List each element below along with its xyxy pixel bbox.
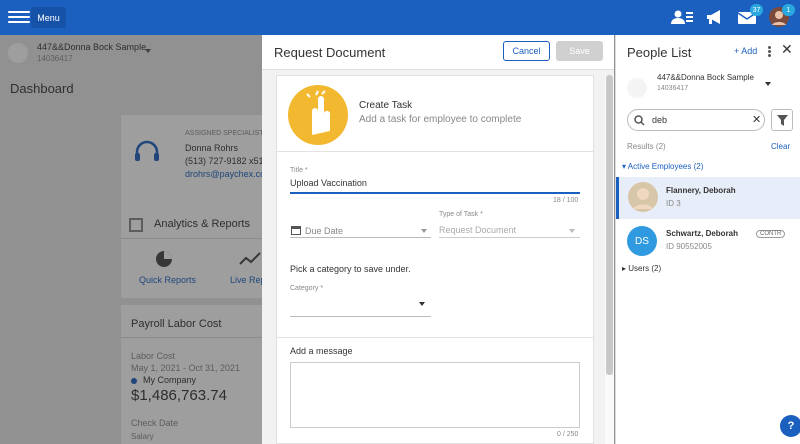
type-label: Type of Task *	[439, 211, 483, 218]
close-icon[interactable]: ✕	[781, 41, 793, 58]
users-group[interactable]: ▸ Users (2)	[622, 264, 661, 273]
more-options-icon[interactable]	[768, 45, 772, 59]
active-employees-group[interactable]: ▾ Active Employees (2)	[622, 162, 703, 171]
person-row[interactable]: DS Schwartz, Deborah ID 90552005 CONTR	[616, 221, 800, 263]
clear-results-button[interactable]: Clear	[771, 142, 790, 151]
create-task-subtitle: Add a task for employee to complete	[359, 114, 522, 125]
person-avatar	[628, 182, 658, 212]
calendar-icon	[291, 226, 301, 235]
category-select[interactable]	[290, 296, 431, 312]
clear-search-icon[interactable]: ✕	[752, 113, 761, 126]
message-label: Add a message	[290, 346, 353, 356]
person-initials-avatar: DS	[627, 226, 657, 256]
message-textarea[interactable]	[290, 362, 580, 428]
hamburger-icon[interactable]	[8, 8, 30, 26]
modal-form: Create Task Add a task for employee to c…	[276, 75, 594, 444]
modal-header: Request Document Cancel Save	[262, 35, 614, 70]
people-icon[interactable]	[670, 6, 694, 28]
user-avatar[interactable]: 1	[767, 4, 795, 28]
save-button[interactable]: Save	[556, 41, 603, 61]
menu-button[interactable]: Menu	[31, 7, 66, 28]
notification-badge: 37	[750, 4, 763, 16]
company-logo	[627, 78, 647, 98]
request-document-modal: Request Document Cancel Save Create Task…	[262, 35, 614, 444]
panel-company-id: 14036417	[657, 85, 689, 92]
filter-button[interactable]	[771, 109, 793, 131]
modal-title: Request Document	[274, 45, 386, 60]
inbox-icon[interactable]: 37	[735, 4, 763, 28]
top-bar: Menu 37 1	[0, 0, 800, 35]
category-label: Category *	[290, 285, 324, 292]
cancel-button[interactable]: Cancel	[503, 41, 550, 61]
title-label: Title *	[290, 167, 308, 174]
results-count: Results (2)	[627, 142, 666, 151]
people-list-title: People List	[627, 45, 692, 60]
modal-scrollbar[interactable]	[605, 75, 614, 444]
megaphone-icon[interactable]	[703, 6, 727, 28]
users-group-label: Users (2)	[628, 264, 662, 273]
person-row[interactable]: Flannery, Deborah ID 3	[616, 177, 800, 219]
contractor-tag: CONTR	[756, 230, 786, 238]
person-name: Flannery, Deborah	[666, 186, 736, 195]
due-date-input[interactable]: Due Date	[305, 226, 343, 236]
active-employees-label: Active Employees (2)	[627, 162, 704, 171]
category-prompt: Pick a category to save under.	[290, 264, 411, 274]
add-person-button[interactable]: + Add	[734, 46, 757, 56]
title-char-count: 18 / 100	[553, 197, 579, 204]
type-select[interactable]: Request Document	[439, 225, 516, 235]
person-name: Schwartz, Deborah	[666, 229, 739, 238]
filter-icon	[777, 115, 788, 126]
panel-company-name: 447&&Donna Bock Sample	[657, 73, 754, 82]
message-char-count: 0 / 250	[557, 431, 579, 438]
search-input[interactable]: deb	[652, 115, 667, 125]
person-id: ID 90552005	[666, 242, 712, 251]
help-button[interactable]: ?	[780, 415, 800, 437]
people-list-panel: People List + Add ✕ 447&&Donna Bock Samp…	[615, 35, 800, 444]
create-task-icon	[288, 85, 348, 145]
create-task-title: Create Task	[359, 100, 413, 111]
avatar-badge: 1	[782, 4, 795, 16]
search-icon	[634, 115, 645, 126]
person-id: ID 3	[666, 199, 681, 208]
search-box[interactable]: deb ✕	[627, 109, 765, 131]
